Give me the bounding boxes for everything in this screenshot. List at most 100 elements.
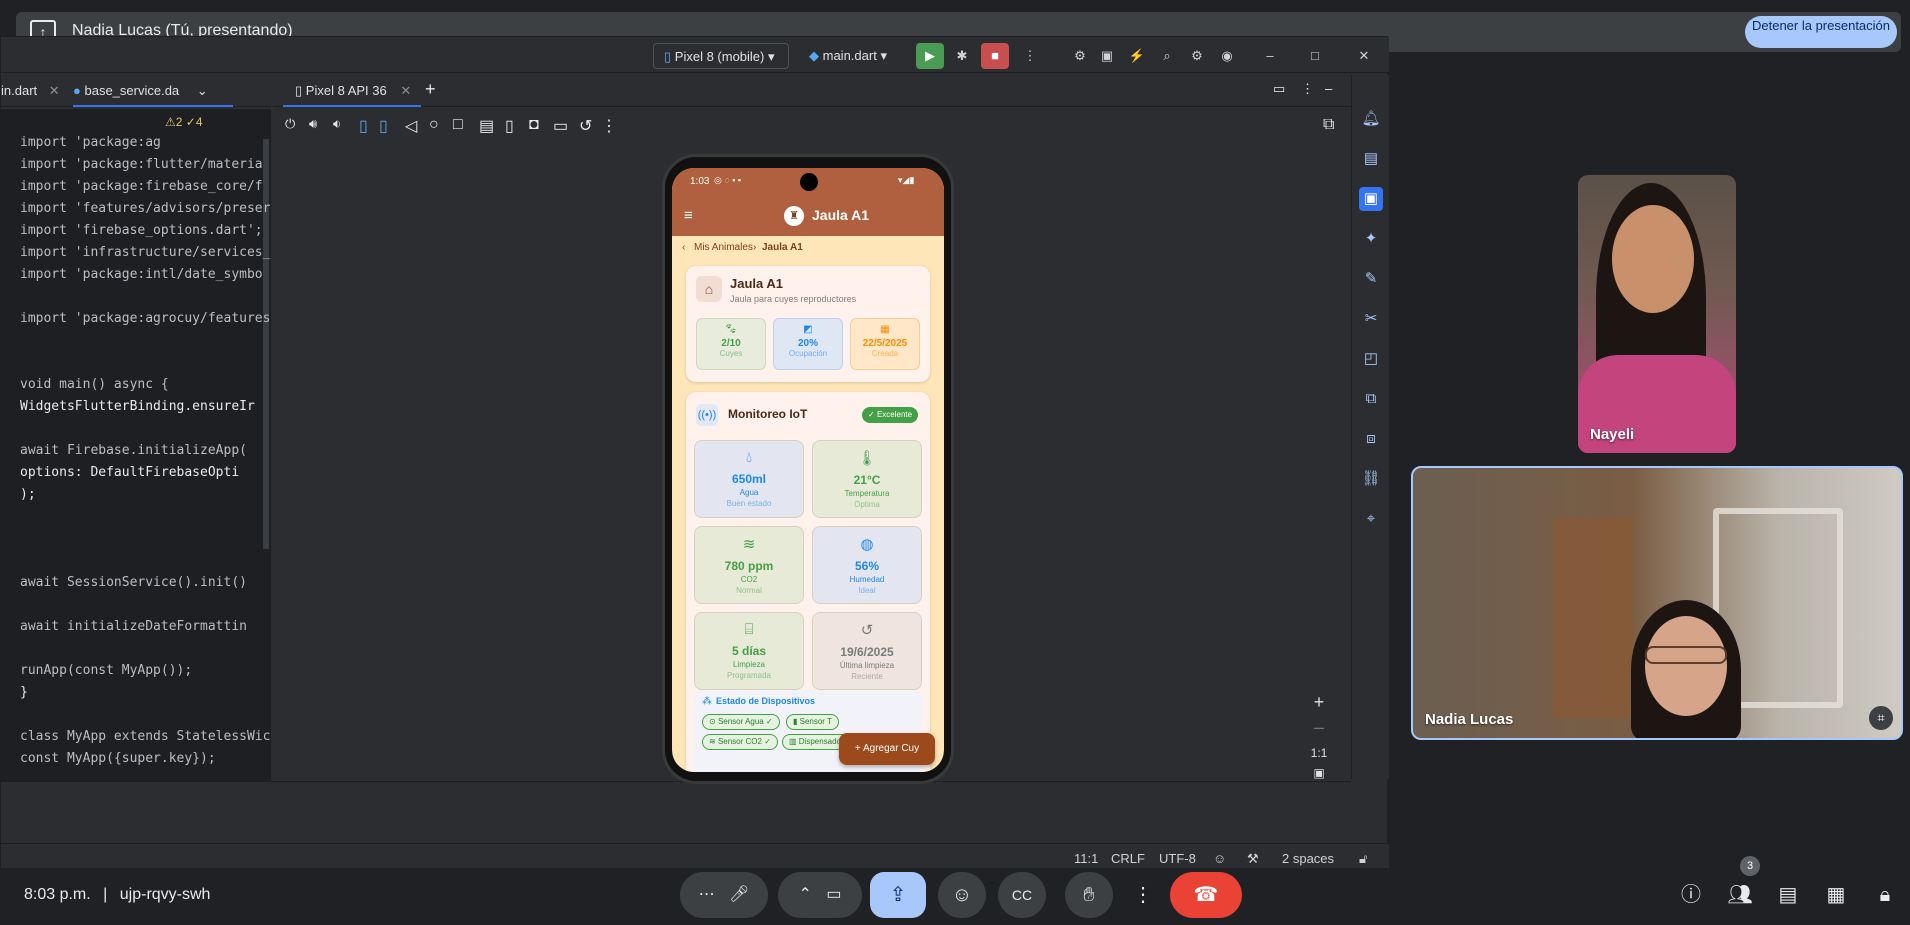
more-options-icon[interactable]: ⋮ xyxy=(601,116,617,136)
code-line[interactable]: runApp(const MyApp()); xyxy=(20,663,192,678)
activities-icon[interactable]: ▦ xyxy=(1823,882,1849,908)
rotate-right-icon[interactable]: ▯ xyxy=(379,116,388,136)
code-line[interactable]: await SessionService().init() xyxy=(20,575,247,590)
code-line[interactable]: await initializeDateFormattin xyxy=(20,619,247,634)
line-separator[interactable]: CRLF xyxy=(1111,851,1145,866)
participant-tile-nadia[interactable]: Nadia Lucas ⌗ xyxy=(1411,466,1903,740)
code-line[interactable]: import 'package:firebase_core/f xyxy=(20,179,263,194)
indent-setting[interactable]: 2 spaces xyxy=(1282,851,1334,866)
stop-button[interactable]: ■ xyxy=(981,43,1009,69)
present-screen-button[interactable]: ⇪ xyxy=(870,872,926,918)
participant-tile-nayeli[interactable]: Nayeli xyxy=(1578,175,1736,453)
device-mirror-icon[interactable]: ⧉ xyxy=(1359,387,1383,411)
code-line[interactable]: import 'features/advisors/preser xyxy=(20,201,270,216)
chevron-up-icon[interactable]: ⌃ xyxy=(799,886,812,903)
microphone-icon[interactable]: 🎤︎ xyxy=(729,886,749,903)
tab-emulator[interactable]: ▯ Pixel 8 API 36 ✕ xyxy=(283,75,421,107)
tab-base-service[interactable]: ● base_service.da ⌄ ⋮ xyxy=(73,75,233,130)
back-icon[interactable]: ◁ xyxy=(405,116,417,136)
hot-reload-icon[interactable]: ⚡ xyxy=(1126,45,1148,67)
inspect-icon[interactable]: ⌖ xyxy=(1359,507,1383,531)
home-icon[interactable]: ○ xyxy=(429,116,439,134)
code-editor[interactable]: ⚠2 ✓4 import 'package:ag import 'package:… xyxy=(1,109,271,781)
captions-icon[interactable]: CC xyxy=(998,872,1046,918)
tab-main-dart[interactable]: in.dart ✕ xyxy=(1,75,69,107)
add-device-icon[interactable]: + xyxy=(425,79,436,100)
chevron-down-icon[interactable]: ⌄ xyxy=(197,83,208,98)
hide-icon[interactable]: – xyxy=(1325,81,1332,96)
device-selector[interactable]: ▯ Pixel 8 (mobile) ▾ xyxy=(653,43,789,69)
info-icon[interactable]: ⓘ xyxy=(1678,882,1704,908)
code-line[interactable]: } xyxy=(20,685,28,700)
zoom-in-icon[interactable]: + xyxy=(1306,692,1332,713)
rotate-left-icon[interactable]: ▯ xyxy=(359,116,368,136)
gemini-icon[interactable]: ✦ xyxy=(1359,227,1383,251)
profile-icon[interactable]: ▣ xyxy=(1096,45,1118,67)
close-icon[interactable]: ✕ xyxy=(1353,45,1375,67)
code-line[interactable]: import 'package:agrocuy/features xyxy=(20,311,270,326)
device-manager-icon[interactable]: ⚙ xyxy=(1069,45,1091,67)
record-icon[interactable]: ▭ xyxy=(553,116,568,136)
code-line[interactable]: import 'package:intl/date_symbo xyxy=(20,267,263,282)
zoom-fit-icon[interactable]: ▣ xyxy=(1306,766,1332,780)
stop-presenting-button[interactable]: Detener la presentación xyxy=(1745,16,1897,48)
run-config-selector[interactable]: ◆ main.dart ▾ xyxy=(801,43,905,69)
back-chevron-icon[interactable]: ‹ xyxy=(682,242,685,253)
notifications-icon[interactable]: 🔔︎ xyxy=(1359,107,1383,131)
fold-icon[interactable]: ▤ xyxy=(479,116,494,136)
code-line[interactable]: await Firebase.initializeApp( xyxy=(20,443,247,458)
more-dots-icon[interactable]: ⋯ xyxy=(699,886,715,903)
zoom-out-icon[interactable]: – xyxy=(1306,717,1332,738)
running-devices-icon[interactable]: ▣ xyxy=(1359,187,1383,211)
more-options-icon[interactable]: ⋮ xyxy=(1301,81,1314,97)
minimize-icon[interactable]: – xyxy=(1259,45,1281,67)
raise-hand-icon[interactable]: ✋︎ xyxy=(1065,872,1113,918)
maximize-icon[interactable]: □ xyxy=(1304,45,1326,67)
emulator-icon[interactable]: ⧈ xyxy=(1359,427,1383,451)
code-line[interactable]: import 'firebase_options.dart'; xyxy=(20,223,263,238)
run-button[interactable]: ▶ xyxy=(916,43,944,69)
snapshot-icon[interactable]: ▯ xyxy=(505,116,514,136)
reset-icon[interactable]: ↺ xyxy=(579,116,592,136)
tools-icon[interactable]: ✂ xyxy=(1359,307,1383,331)
layout-inspector-icon[interactable]: ◰ xyxy=(1359,347,1383,371)
pencil-icon[interactable]: ✎ xyxy=(1359,267,1383,291)
code-line[interactable]: ); xyxy=(20,487,36,502)
camera-icon[interactable]: ▭ xyxy=(826,886,841,903)
code-line[interactable]: import 'infrastructure/services_ xyxy=(20,245,270,260)
close-icon[interactable]: ✕ xyxy=(49,83,60,98)
add-cuy-fab[interactable]: + Agregar Cuy xyxy=(839,733,935,765)
emoji-icon[interactable]: ☺ xyxy=(938,872,986,918)
mic-control[interactable]: ⋯ 🎤︎ xyxy=(680,872,768,918)
search-icon[interactable]: ⌕ xyxy=(1156,45,1178,67)
crop-icon[interactable]: ⌗ xyxy=(1869,706,1893,730)
device-file-explorer-icon[interactable]: ▤ xyxy=(1359,147,1383,171)
code-line[interactable]: class MyApp extends StatelessWic xyxy=(20,729,270,744)
camera-icon[interactable]: ◘ xyxy=(529,116,539,134)
close-icon[interactable]: ✕ xyxy=(400,83,411,98)
chat-icon[interactable]: ▤ xyxy=(1775,882,1801,908)
code-line[interactable]: WidgetsFlutterBinding.ensureIr xyxy=(20,399,255,414)
lock-icon[interactable]: 🔓︎ xyxy=(1359,851,1367,867)
link-icon[interactable]: ⛓ xyxy=(1359,467,1383,491)
power-icon[interactable]: ⏻ xyxy=(285,116,295,132)
menu-icon[interactable]: ≡ xyxy=(684,207,693,224)
volume-down-icon[interactable]: 🔉︎ xyxy=(333,116,341,132)
mirror-icon[interactable]: ⧉ xyxy=(1323,116,1334,134)
breadcrumb-item[interactable]: Mis Animales xyxy=(694,242,753,253)
people-icon[interactable]: 👥︎ xyxy=(1727,882,1753,908)
code-line[interactable]: void main() async { xyxy=(20,377,169,392)
code-line[interactable]: import 'package:flutter/materia xyxy=(20,157,263,172)
build-icon[interactable]: ⚒ xyxy=(1247,851,1259,867)
file-encoding[interactable]: UTF-8 xyxy=(1159,851,1196,866)
layout-icon[interactable]: ▭ xyxy=(1273,81,1285,97)
more-options-icon[interactable]: ⋮ xyxy=(1130,872,1156,918)
code-line[interactable]: options: DefaultFirebaseOpti xyxy=(20,465,239,480)
code-line[interactable]: import 'package:ag xyxy=(20,135,161,150)
debug-icon[interactable]: ✱ xyxy=(951,45,973,67)
host-controls-icon[interactable]: 🔒︎ xyxy=(1872,882,1898,908)
overview-icon[interactable]: □ xyxy=(453,116,463,134)
camera-control[interactable]: ⌃ ▭ xyxy=(778,872,862,918)
more-options-icon[interactable]: ⋮ xyxy=(1019,45,1041,67)
leave-call-button[interactable]: ☎ xyxy=(1170,872,1242,918)
